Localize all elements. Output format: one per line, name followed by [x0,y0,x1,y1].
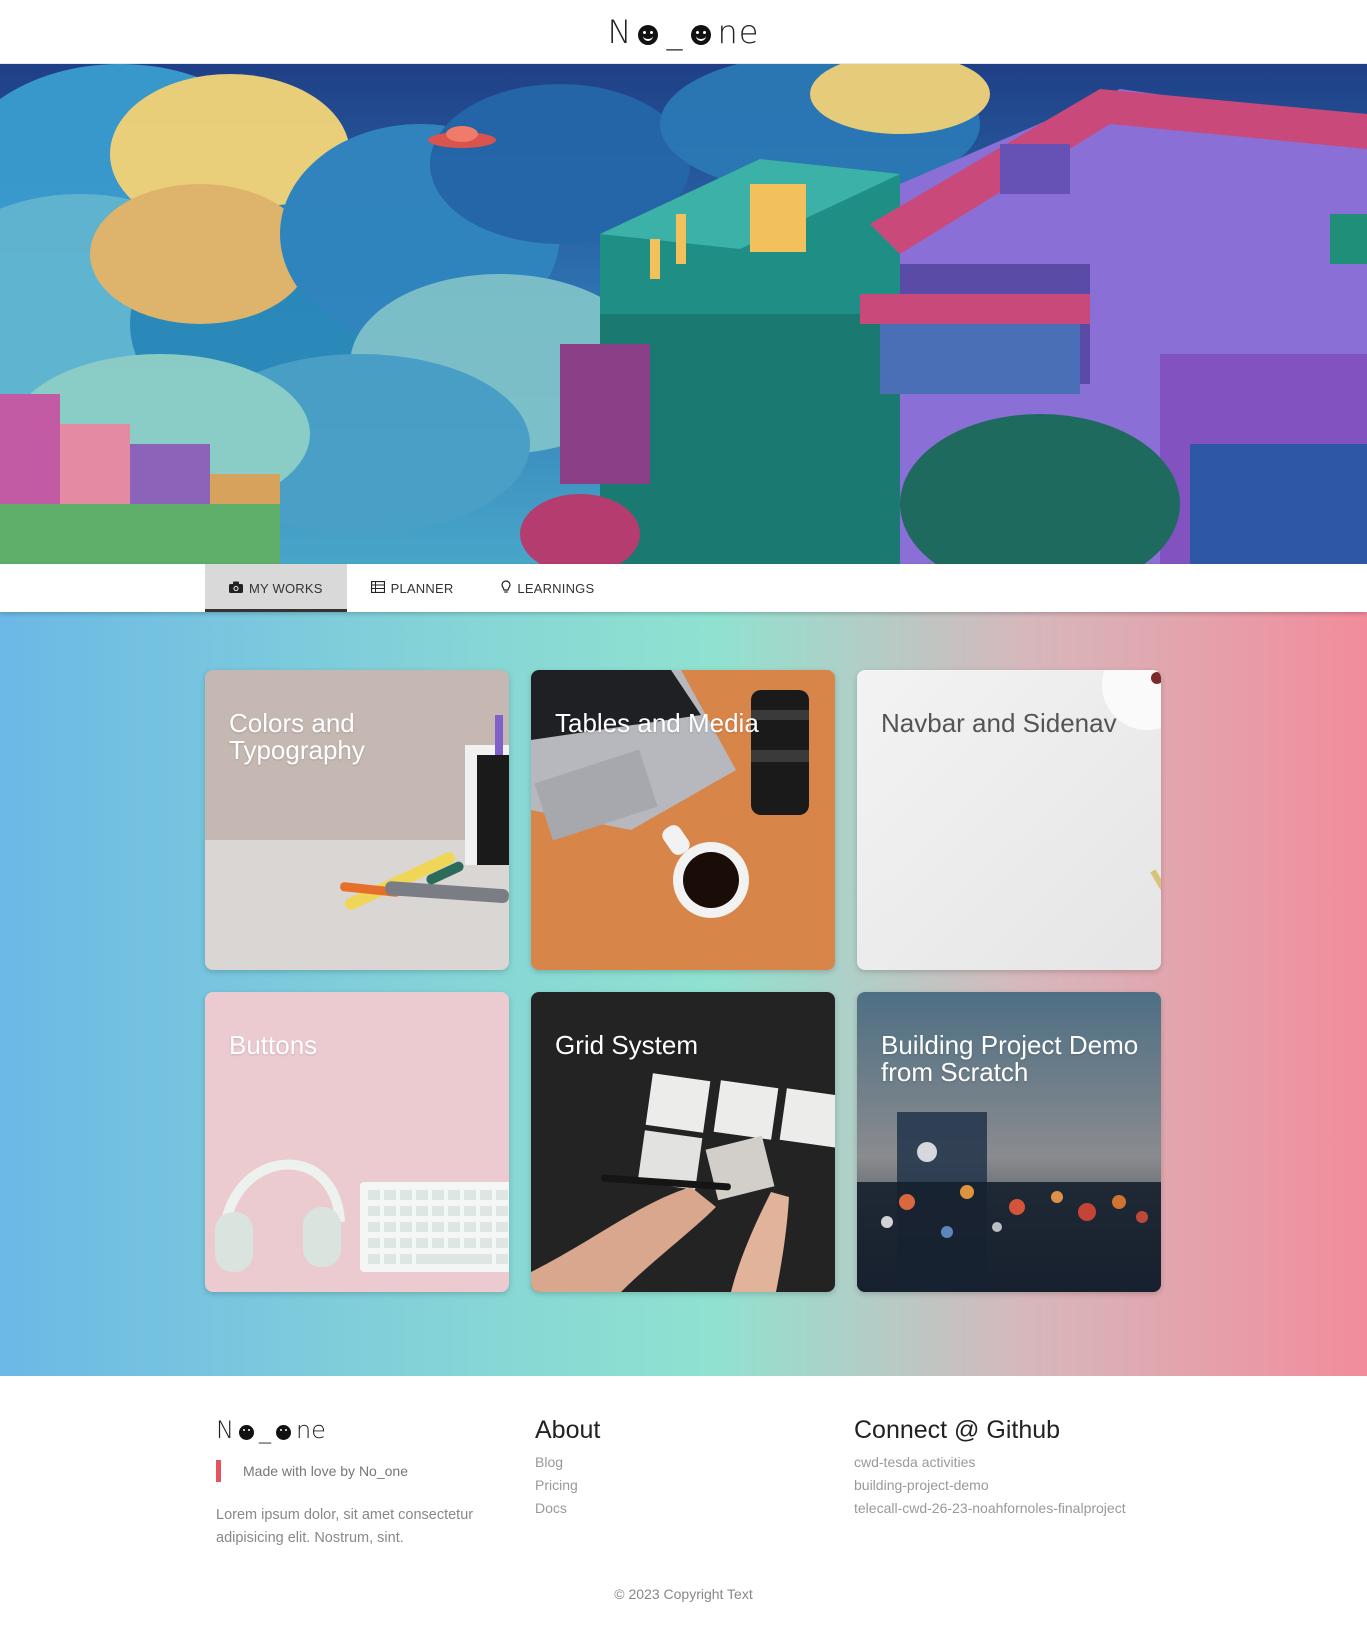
card-title: Buttons [229,1030,318,1060]
works-grid: Colors and Typography Tables and Media N… [205,670,1162,1292]
site-footer: N _ ne Made with love by No_one Lorem ip… [0,1376,1367,1630]
top-header: N _ ne [0,0,1367,64]
footer-tagline: Made with love by No_one [243,1463,408,1479]
tab-label: PLANNER [390,580,454,596]
hero-illustration [0,64,1367,564]
card-navbar-sidenav[interactable]: Navbar and Sidenav [857,670,1161,970]
footer-link-blog[interactable]: Blog [535,1453,600,1472]
footer-description: Lorem ipsum dolor, sit amet consectetur … [216,1507,474,1546]
footer-connect-heading: Connect @ Github [854,1416,1061,1444]
hero-banner [0,64,1367,564]
footer-link-repo[interactable]: telecall-cwd-26-23-noahfornoles-finalpro… [854,1499,1126,1518]
tab-my-works[interactable]: MY WORKS [205,564,347,612]
footer-brand-column: N _ ne Made with love by No_one Lorem ip… [216,1416,496,1550]
copyright-text: © 2023 Copyright Text [614,1586,753,1602]
table-icon [370,580,385,596]
camera-icon [229,581,243,596]
smiley-icon [238,1425,254,1440]
tab-planner[interactable]: PLANNER [347,564,478,612]
footer-link-docs[interactable]: Docs [535,1499,600,1518]
footer-connect-column: Connect @ Github cwd-tesda activities bu… [854,1416,1126,1518]
card-tables-media[interactable]: Tables and Media [531,670,835,970]
brand-ne: ne [295,1416,326,1444]
site-logo[interactable]: N _ ne [608,13,760,51]
card-colors-typography[interactable]: Colors and Typography [205,670,509,970]
card-title: Colors and Typography [229,708,365,766]
card-title: Navbar and Sidenav [881,708,1117,738]
brand-letter-n: N [607,12,633,51]
card-title: Grid System [555,1030,699,1060]
tab-label: MY WORKS [249,580,323,596]
footer-link-repo[interactable]: cwd-tesda activities [854,1453,1126,1472]
brand-ne: ne [717,12,760,51]
card-building-project-demo[interactable]: Building Project Demo from Scratch [857,992,1161,1292]
lightbulb-icon [501,579,512,597]
card-buttons[interactable]: Buttons [205,992,509,1292]
tab-navigation: MY WORKS PLANNER LEARNINGS [0,564,1367,612]
works-section: Colors and Typography Tables and Media N… [0,612,1367,1376]
card-grid-system[interactable]: Grid System [531,992,835,1292]
tab-label: LEARNINGS [517,580,595,596]
footer-about-column: About Blog Pricing Docs [535,1416,600,1518]
footer-tagline-block: Made with love by No_one [216,1460,496,1482]
card-title: Building Project Demo from Scratch [881,1030,1139,1088]
footer-link-pricing[interactable]: Pricing [535,1476,600,1495]
brand-letter-n: N [216,1416,234,1444]
tab-learnings[interactable]: LEARNINGS [477,564,618,612]
accent-bar [216,1460,221,1482]
footer-logo[interactable]: N _ ne [216,1416,496,1444]
brand-underscore: _ [258,1416,271,1444]
smiley-icon [691,24,712,45]
smiley-icon [638,24,659,45]
footer-about-heading: About [535,1416,601,1444]
footer-link-repo[interactable]: building-project-demo [854,1476,1126,1495]
smiley-icon [275,1425,291,1440]
brand-underscore: _ [666,12,684,51]
card-title: Tables and Media [555,708,759,738]
